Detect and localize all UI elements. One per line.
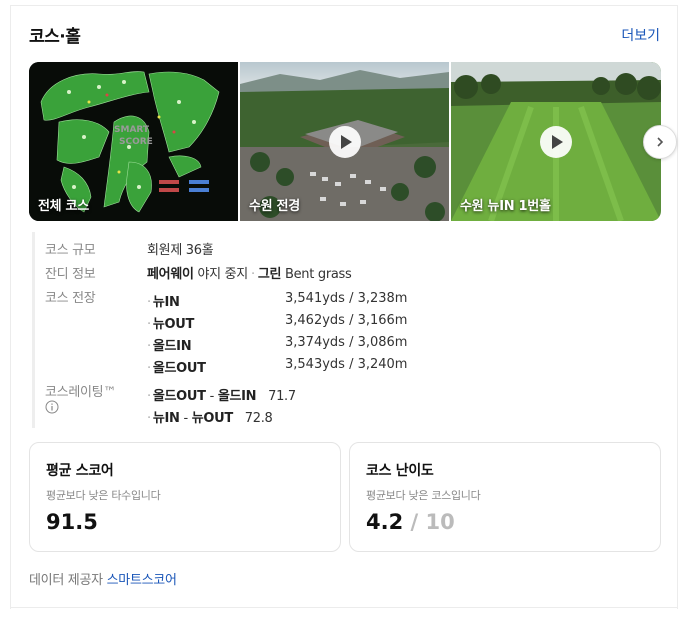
- gallery-item-fairway-video[interactable]: 수원 뉴IN 1번홀: [451, 62, 661, 221]
- gallery-next-button[interactable]: [643, 125, 677, 159]
- bottom-divider: [10, 607, 678, 608]
- play-icon[interactable]: [328, 125, 361, 158]
- data-provider: 데이터 제공자 스마트스코어: [29, 569, 177, 588]
- difficulty-title: 코스 난이도: [366, 463, 434, 479]
- turf-green-label: 그린: [257, 267, 282, 282]
- rating-item: · 뉴IN - 뉴OUT 72.8: [147, 411, 273, 426]
- difficulty-max: / 10: [410, 510, 455, 534]
- play-icon[interactable]: [540, 125, 572, 158]
- length-value: 3,543yds / 3,240m: [285, 357, 408, 372]
- rating-item: · 올드OUT - 올드IN 71.7: [147, 389, 296, 404]
- scale-value: 회원제 36홀: [147, 243, 214, 258]
- length-item: · 뉴OUT: [147, 317, 195, 332]
- provider-link[interactable]: 스마트스코어: [107, 573, 177, 588]
- gallery-caption: 수원 뉴IN 1번홀: [460, 199, 551, 214]
- rating-value: 72.8: [244, 411, 273, 426]
- difficulty-card: 코스 난이도 평균보다 낮은 코스입니다 4.2 / 10: [349, 442, 661, 552]
- rating-label: 코스레이팅™: [45, 385, 117, 400]
- more-link[interactable]: 더보기: [621, 25, 660, 45]
- media-gallery: SMART SCORE 전체 코스 수원 전경 수원 뉴IN 1번홀: [29, 62, 661, 221]
- turf-green-value: Bent grass: [284, 267, 352, 282]
- length-value: 3,374yds / 3,086m: [285, 335, 408, 350]
- gallery-caption: 전체 코스: [38, 199, 89, 214]
- length-item: · 올드IN: [147, 339, 192, 354]
- avg-score-value: 91.5: [46, 510, 98, 534]
- course-info: 코스 규모 회원제 36홀 잔디 정보 페어웨이 야지 중지 · 그린 Bent g…: [32, 232, 632, 428]
- length-item: · 뉴IN: [147, 295, 180, 310]
- avg-score-title: 평균 스코어: [46, 463, 114, 479]
- info-circle-icon[interactable]: [45, 400, 59, 418]
- length-value: 3,541yds / 3,238m: [285, 291, 408, 306]
- difficulty-sub: 평균보다 낮은 코스입니다: [366, 489, 481, 502]
- length-label: 코스 전장: [45, 291, 96, 306]
- turf-fairway-label: 페어웨이: [147, 267, 194, 282]
- gallery-caption: 수원 전경: [249, 199, 300, 214]
- avg-score-card: 평균 스코어 평균보다 낮은 타수입니다 91.5: [29, 442, 341, 552]
- chevron-right-icon: [657, 137, 664, 147]
- svg-text:SMART: SMART: [114, 125, 150, 135]
- turf-label: 잔디 정보: [45, 267, 96, 282]
- length-item: · 올드OUT: [147, 361, 206, 376]
- gallery-item-aerial-video[interactable]: 수원 전경: [240, 62, 449, 221]
- avg-score-sub: 평균보다 낮은 타수입니다: [46, 489, 161, 502]
- svg-text:SCORE: SCORE: [119, 137, 153, 147]
- gallery-item-course-map[interactable]: SMART SCORE 전체 코스: [29, 62, 238, 221]
- length-value: 3,462yds / 3,166m: [285, 313, 408, 328]
- scale-label: 코스 규모: [45, 243, 96, 258]
- turf-value: 페어웨이 야지 중지 · 그린 Bent grass: [147, 267, 352, 282]
- turf-fairway-value: 야지 중지: [197, 267, 248, 282]
- provider-label: 데이터 제공자: [29, 573, 103, 588]
- difficulty-value: 4.2 / 10: [366, 510, 455, 534]
- section-title: 코스·홀: [29, 27, 81, 47]
- rating-value: 71.7: [268, 389, 296, 404]
